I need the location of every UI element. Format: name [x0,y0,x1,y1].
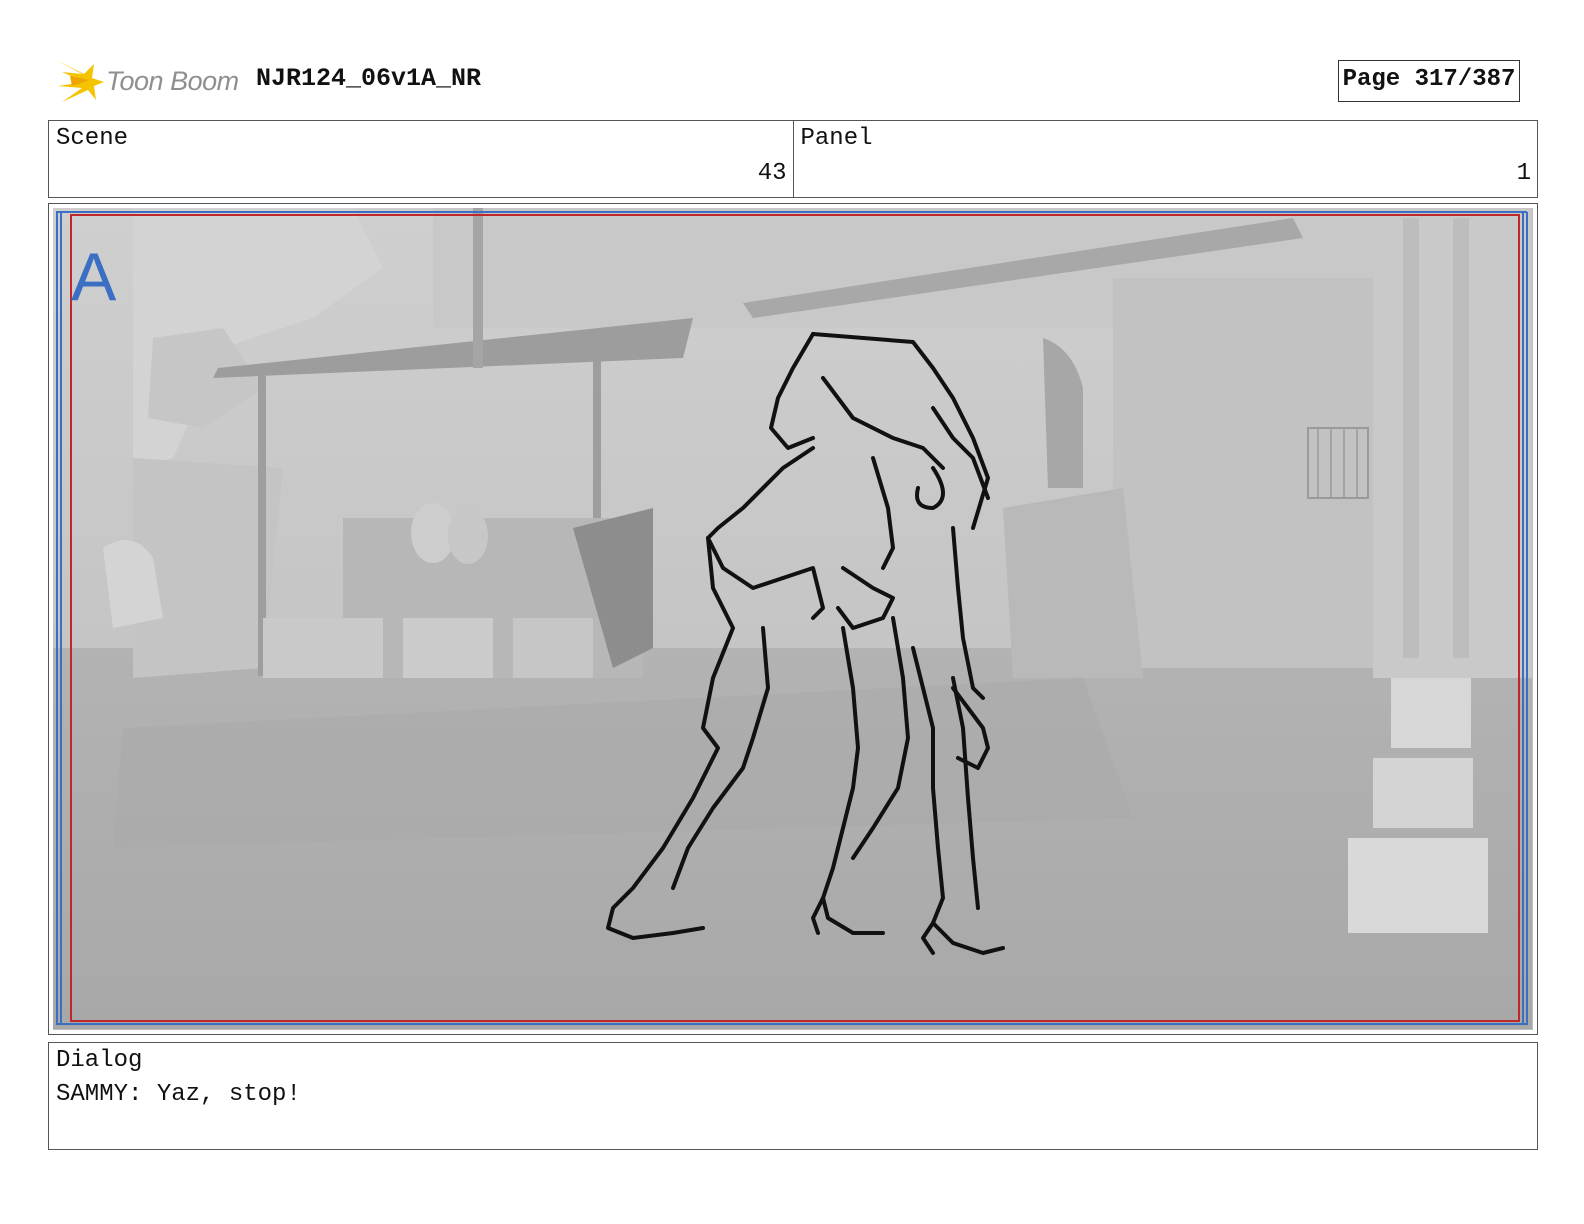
panel-number: 1 [1516,160,1531,187]
scene-panel-info: Scene 43 Panel 1 [48,120,1538,198]
logo-text: Toon Boom [106,66,239,96]
storyboard-panel-image: A [53,208,1533,1030]
scene-label: Scene [56,125,129,152]
panel-cell: Panel 1 [792,121,1538,197]
page-header: Toon Boom NJR124_06v1A_NR Page 317/387 [48,50,1538,110]
scene-number: 43 [757,160,787,187]
camera-label: A [71,239,117,315]
dialog-box: Dialog SAMMY: Yaz, stop! [48,1042,1538,1150]
panel-label: Panel [800,125,873,152]
right-counter [1003,488,1143,678]
document-title: NJR124_06v1A_NR [256,64,482,93]
far-right-building [1373,208,1532,678]
right-building [1113,278,1373,668]
crate-stack [1391,678,1471,748]
toon-boom-burst-icon [56,60,104,102]
dialog-label: Dialog [56,1047,143,1074]
storyboard-panel-frame: A [48,203,1538,1035]
crates-left [263,618,383,678]
scene-cell: Scene 43 [49,121,793,197]
dialog-text: SAMMY: Yaz, stop! [56,1081,301,1108]
toon-boom-logo: Toon Boom [52,56,252,108]
storyboard-drawing: A [53,208,1532,1029]
page-indicator: Page 317/387 [1338,60,1520,102]
